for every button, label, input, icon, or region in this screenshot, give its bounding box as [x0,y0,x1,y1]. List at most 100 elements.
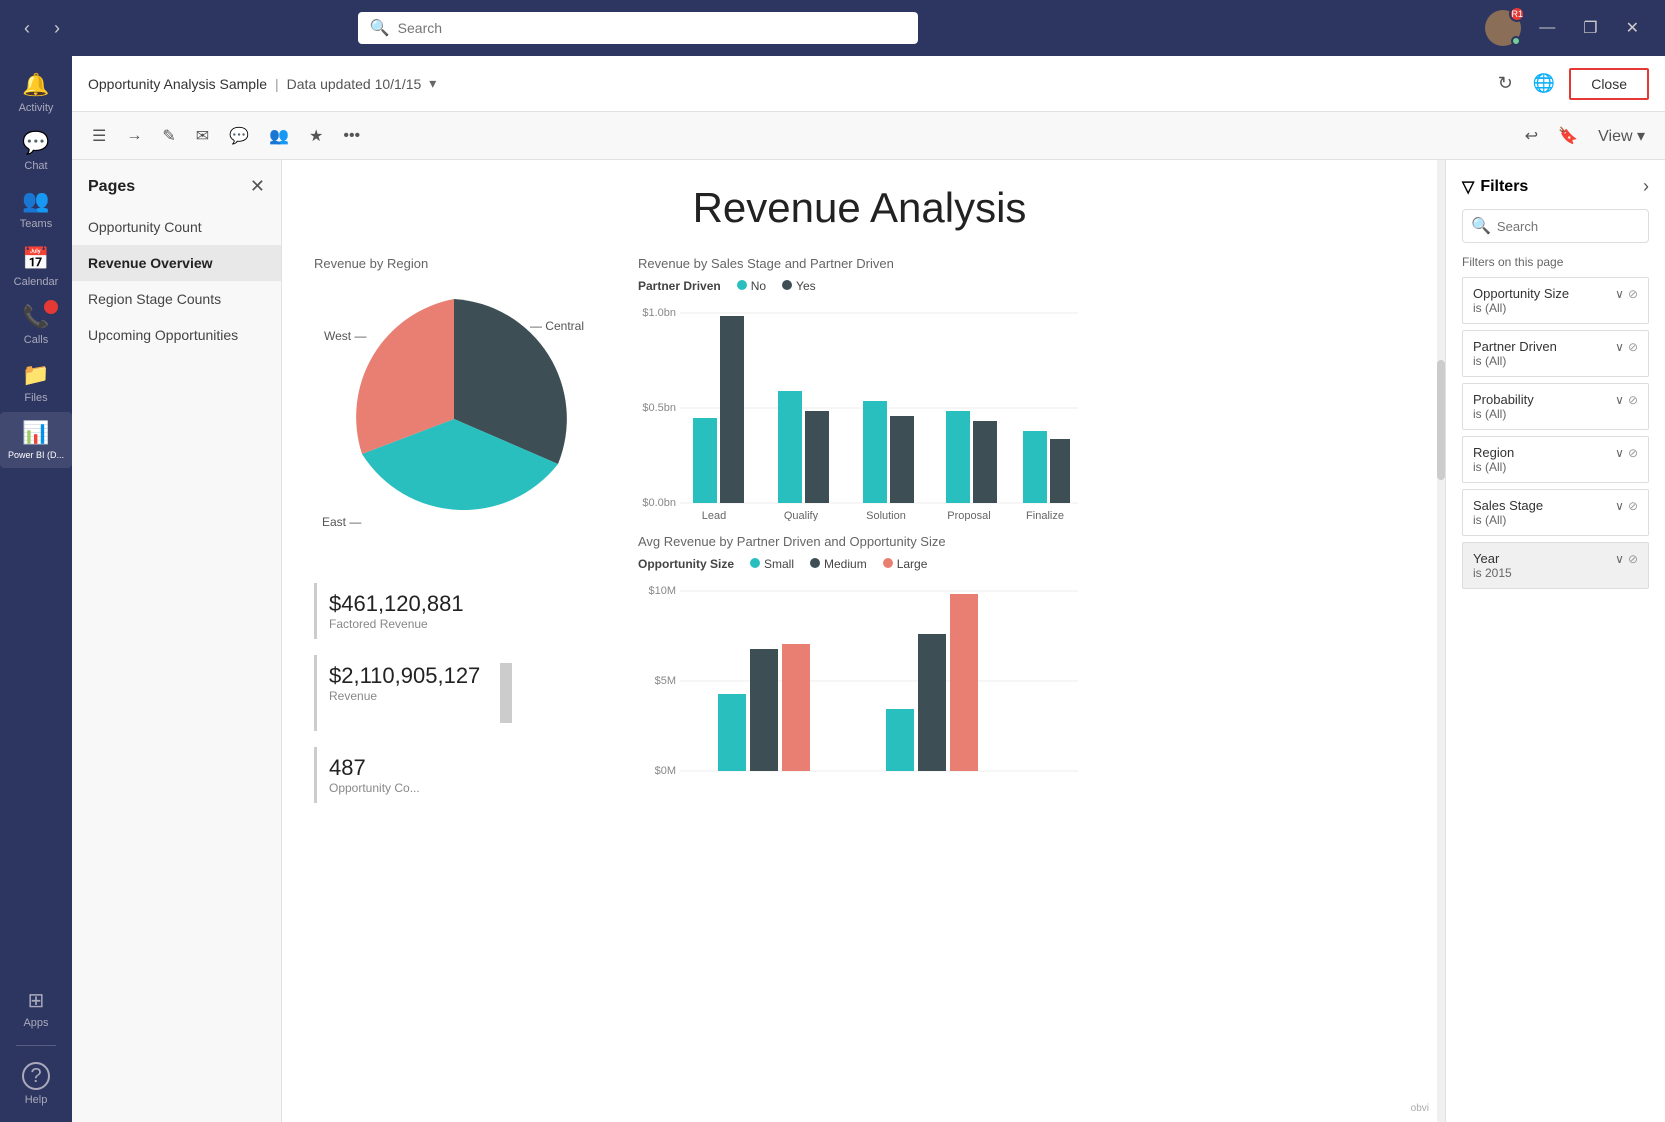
filters-section-label: Filters on this page [1462,255,1649,269]
filter-clear-sales-stage[interactable]: ⊘ [1628,499,1638,513]
title-chevron-icon[interactable]: ▾ [429,75,436,92]
bar-solution-yes [890,416,914,503]
bar-lead-yes [720,316,744,503]
y-label-05bn: $0.5bn [642,402,676,414]
filter-name-sales-stage: Sales Stage [1473,498,1543,513]
title-bar: ‹ › 🔍 R1 — ❐ ✕ [0,0,1665,56]
filter-chevron-icon-region[interactable]: ∨ [1615,446,1624,460]
page-item-upcoming-opportunities[interactable]: Upcoming Opportunities [72,317,281,353]
minimize-button[interactable]: — [1529,15,1565,41]
title-separator: | [275,76,279,92]
pie-label-east: East — [322,515,361,529]
filter-chevron-icon-probability[interactable]: ∨ [1615,393,1624,407]
filter-item-sales-stage[interactable]: Sales Stage ∨⊘ is (All) [1462,489,1649,536]
toolbar-mail-icon[interactable]: ✉ [188,120,217,152]
page-item-region-stage-counts[interactable]: Region Stage Counts [72,281,281,317]
refresh-button[interactable]: ↻ [1492,67,1519,100]
window-close-button[interactable]: ✕ [1616,14,1649,42]
filter-clear-opportunity-size[interactable]: ⊘ [1628,287,1638,301]
filter-clear-partner[interactable]: ⊘ [1628,340,1638,354]
restore-button[interactable]: ❐ [1573,14,1607,42]
toolbar-star-icon[interactable]: ★ [301,120,331,152]
global-search-bar[interactable]: 🔍 [358,12,918,44]
filter-item-probability[interactable]: Probability ∨⊘ is (All) [1462,383,1649,430]
avatar-wrapper[interactable]: R1 [1485,10,1521,46]
filter-value-opportunity-size: is (All) [1473,301,1638,315]
bar-chart-svg: $1.0bn $0.5bn $0.0bn Lead [638,301,1088,521]
sidebar-item-label-apps: Apps [23,1017,48,1029]
nav-back-button[interactable]: ‹ [16,14,38,43]
report-title: Revenue Analysis [314,184,1405,232]
filter-item-year[interactable]: Year ∨⊘ is 2015 [1462,542,1649,589]
calls-badge [44,300,58,314]
sidebar-item-label-activity: Activity [19,102,54,114]
filter-item-opportunity-size[interactable]: Opportunity Size ∨ ⊘ is (All) [1462,277,1649,324]
sidebar-item-activity[interactable]: 🔔 Activity [0,64,72,122]
sidebar-item-teams[interactable]: 👥 Teams [0,180,72,238]
toolbar-bookmark-icon[interactable]: 🔖 [1550,120,1586,152]
global-search-input[interactable] [398,20,906,36]
avg-label-no: No [752,778,768,779]
filter-clear-region[interactable]: ⊘ [1628,446,1638,460]
pie-label-west: West — [324,329,366,343]
scrollbar[interactable] [1437,160,1445,1122]
filter-item-header-probability: Probability ∨⊘ [1473,392,1638,407]
toolbar-forward-icon[interactable]: → [118,121,150,151]
sidebar-item-label-calendar: Calendar [14,276,59,288]
pages-header: Pages ✕ [72,176,281,209]
filter-value-region: is (All) [1473,460,1638,474]
bar-chart-section: Revenue by Sales Stage and Partner Drive… [638,256,1405,803]
sidebar-item-help[interactable]: ? Help [0,1054,72,1114]
filter-clear-probability[interactable]: ⊘ [1628,393,1638,407]
bar-label-proposal: Proposal [947,510,990,521]
toolbar-right: ↩ 🔖 View ▾ [1517,120,1653,152]
page-item-revenue-overview[interactable]: Revenue Overview [72,245,281,281]
avg-chart-title: Avg Revenue by Partner Driven and Opport… [638,534,1405,549]
toolbar-chat-icon[interactable]: 💬 [221,120,257,152]
sidebar-item-calls[interactable]: 📞 Calls [0,296,72,354]
toolbar-edit-icon[interactable]: ✎ [154,120,183,152]
filter-chevron-icon-sales-stage[interactable]: ∨ [1615,499,1624,513]
nav-forward-button[interactable]: › [46,14,68,43]
filter-item-region[interactable]: Region ∨ ⊘ is (All) [1462,436,1649,483]
filter-chevron-icon-opportunity-size[interactable]: ∨ [1615,287,1624,301]
toolbar-teams-icon[interactable]: 👥 [261,120,297,152]
avg-chart-legend: Opportunity Size Small Medium Large [638,557,1405,571]
toolbar-more-icon[interactable]: ••• [335,121,368,151]
sidebar-item-apps[interactable]: ⊞ Apps [0,980,72,1037]
kpi-factored-revenue: $461,120,881 Factored Revenue [314,583,614,639]
sidebar-item-chat[interactable]: 💬 Chat [0,122,72,180]
page-item-opportunity-count[interactable]: Opportunity Count [72,209,281,245]
scrollbar-thumb[interactable] [1437,360,1445,480]
filter-search-bar[interactable]: 🔍 [1462,209,1649,243]
filter-chevron-icon-partner[interactable]: ∨ [1615,340,1624,354]
filter-clear-year[interactable]: ⊘ [1628,552,1638,566]
close-report-button[interactable]: Close [1569,68,1649,100]
sidebar-divider [16,1045,56,1046]
toolbar-table-icon[interactable]: ☰ [84,120,114,152]
sidebar-item-powerbi[interactable]: 📊 Power BI (D... [0,412,72,468]
filter-name-region: Region [1473,445,1514,460]
nav-buttons: ‹ › [16,14,68,43]
kpi-factored-revenue-value: $461,120,881 [329,591,464,617]
toolbar-view-button[interactable]: View ▾ [1590,120,1653,152]
titlebar-actions: R1 — ❐ ✕ [1485,10,1649,46]
teams-icon: 👥 [22,188,49,214]
filters-expand-button[interactable]: › [1643,176,1649,197]
bar-proposal-no [946,411,970,503]
filter-actions-opportunity-size: ∨ ⊘ [1615,287,1638,301]
filter-search-input[interactable] [1497,219,1640,234]
charts-row-1: Revenue by Region [314,256,1405,803]
globe-button[interactable]: 🌐 [1527,67,1561,100]
avg-y-0m: $0M [655,765,676,777]
bar-label-solution: Solution [866,510,906,521]
filter-chevron-icon-year[interactable]: ∨ [1615,552,1624,566]
sidebar-item-calendar[interactable]: 📅 Calendar [0,238,72,296]
avg-bar-yes-small [886,709,914,771]
filter-item-partner-driven[interactable]: Partner Driven ∨⊘ is (All) [1462,330,1649,377]
app-title: Opportunity Analysis Sample | Data updat… [88,75,436,92]
pages-close-button[interactable]: ✕ [250,176,265,197]
sidebar-item-files[interactable]: 📁 Files [0,354,72,412]
toolbar-undo-icon[interactable]: ↩ [1517,120,1546,152]
avg-legend-large: Large [883,557,928,571]
